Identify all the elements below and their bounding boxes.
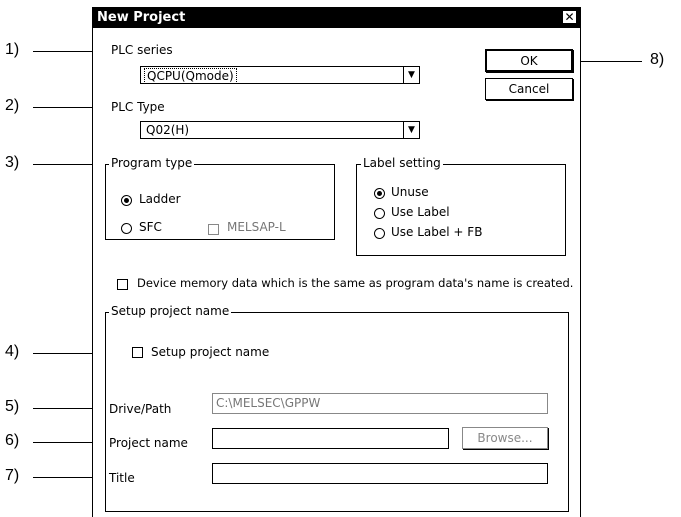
program-type-title: Program type [109,156,195,170]
plc-type-label: PLC Type [111,100,165,114]
callout-5-line [33,408,99,409]
drive-path-label: Drive/Path [109,402,172,416]
drive-path-field[interactable]: C:\MELSEC\GPPW [212,393,548,414]
cancel-button[interactable]: Cancel [485,78,573,100]
unuse-label: Unuse [391,185,429,199]
callout-3-line [33,164,95,165]
close-icon[interactable]: ✕ [562,10,577,24]
dialog-titlebar: New Project ✕ [93,7,580,28]
plc-series-label: PLC series [111,43,173,57]
plc-type-select[interactable]: Q02(H) ▼ [140,121,420,139]
unuse-radio[interactable] [374,188,385,199]
label-setting-title: Label setting [361,156,443,170]
callout-6-line [33,442,99,443]
setup-project-checkbox-label: Setup project name [151,345,270,359]
callout-3: 3) [5,154,20,171]
sfc-label: SFC [139,220,162,234]
ladder-label: Ladder [139,192,181,206]
callout-4: 4) [5,343,20,360]
setup-project-group-title: Setup project name [109,304,232,318]
title-label: Title [109,471,135,485]
melsap-label: MELSAP-L [227,220,286,234]
use-label-fb-radio[interactable] [374,228,385,239]
setup-project-checkbox[interactable] [132,347,143,358]
project-name-label: Project name [109,436,188,450]
callout-1-line [33,51,95,52]
chevron-down-icon[interactable]: ▼ [403,122,419,138]
callout-7-line [33,477,99,478]
title-field[interactable] [212,463,548,484]
use-label-label: Use Label [391,205,450,219]
browse-button[interactable]: Browse... [462,427,548,449]
callout-2-line [33,107,95,108]
label-setting-group [356,164,566,256]
sfc-radio[interactable] [121,223,132,234]
device-memory-label: Device memory data which is the same as … [137,276,574,290]
melsap-checkbox[interactable] [208,224,219,235]
chevron-down-icon[interactable]: ▼ [403,67,419,83]
callout-5: 5) [5,398,20,415]
plc-series-select[interactable]: QCPU(Qmode) ▼ [140,66,420,84]
device-memory-checkbox[interactable] [117,279,128,290]
callout-7: 7) [5,467,20,484]
browse-label: Browse... [477,431,533,445]
callout-1: 1) [5,41,20,58]
callout-6: 6) [5,432,20,449]
callout-2: 2) [5,97,20,114]
use-label-fb-label: Use Label + FB [391,225,483,239]
use-label-radio[interactable] [374,208,385,219]
callout-8: 8) [650,51,665,68]
new-project-dialog: New Project ✕ PLC series QCPU(Qmode) ▼ P… [92,7,581,517]
callout-8-line [580,61,642,62]
plc-type-value: Q02(H) [146,123,190,137]
dialog-title: New Project [97,10,186,25]
ladder-radio[interactable] [121,195,132,206]
ok-button[interactable]: OK [485,49,573,72]
drive-path-value: C:\MELSEC\GPPW [216,396,321,410]
plc-series-value: QCPU(Qmode) [144,68,237,84]
project-name-field[interactable] [212,428,449,449]
